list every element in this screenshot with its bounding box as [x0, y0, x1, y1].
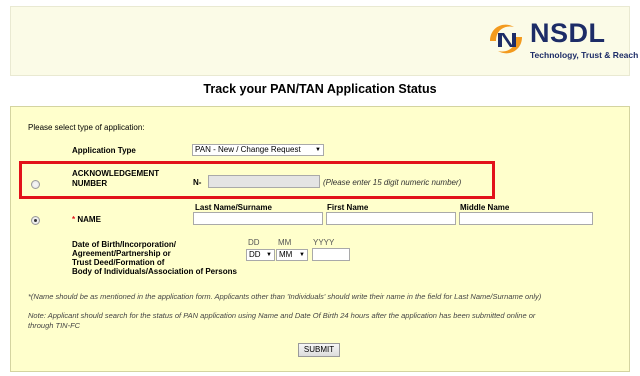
- required-asterisk: *: [72, 215, 76, 224]
- dob-month-select[interactable]: MM ▼: [276, 249, 308, 261]
- dob-label-line2: Agreement/Partnership or: [72, 249, 171, 258]
- application-type-label: Application Type: [72, 146, 136, 155]
- brand-name: NSDL: [530, 18, 606, 48]
- middle-name-input[interactable]: [459, 212, 593, 225]
- nsdl-logo-icon: [490, 24, 522, 54]
- acknowledgement-number-input[interactable]: [208, 175, 320, 188]
- chevron-down-icon: ▼: [299, 252, 305, 258]
- header-banner: NSDL Technology, Trust & Reach: [10, 6, 638, 76]
- application-type-value: PAN - New / Change Request: [195, 145, 301, 154]
- last-name-label: Last Name/Surname: [195, 203, 272, 212]
- chevron-down-icon: ▼: [266, 252, 272, 258]
- search-note-line1: Note: Applicant should search for the st…: [28, 311, 536, 320]
- dob-day-value: DD: [249, 250, 261, 259]
- middle-name-label: Middle Name: [460, 203, 510, 212]
- acknowledgement-hint: (Please enter 15 digit numeric number): [323, 178, 462, 187]
- dob-label-line4: Body of Individuals/Association of Perso…: [72, 267, 237, 276]
- dob-label-line1: Date of Birth/Incorporation/: [72, 240, 176, 249]
- search-note-line2: through TIN-FC: [28, 321, 81, 330]
- mm-heading: MM: [278, 238, 292, 247]
- first-name-label: First Name: [327, 203, 369, 212]
- name-label-wrap: * NAME: [72, 215, 101, 224]
- first-name-input[interactable]: [326, 212, 456, 225]
- acknowledgement-label-line1: ACKNOWLEDGEMENT: [72, 169, 160, 178]
- acknowledgement-radio[interactable]: [31, 180, 40, 189]
- yyyy-heading: YYYY: [313, 238, 335, 247]
- name-radio[interactable]: [31, 216, 40, 225]
- submit-button[interactable]: SUBMIT: [298, 343, 340, 357]
- brand-tagline: Technology, Trust & Reach: [530, 50, 639, 60]
- application-type-select[interactable]: PAN - New / Change Request ▼: [192, 144, 324, 156]
- dob-month-value: MM: [279, 250, 293, 259]
- acknowledgement-label-line2: NUMBER: [72, 179, 108, 188]
- name-instruction-note: *(Name should be as mentioned in the app…: [28, 292, 542, 301]
- dob-label-line3: Trust Deed/Formation of: [72, 258, 165, 267]
- nsdl-logo: NSDL Technology, Trust & Reach: [484, 15, 638, 70]
- last-name-input[interactable]: [193, 212, 323, 225]
- dob-year-input[interactable]: [312, 248, 350, 261]
- acknowledgement-prefix: N-: [193, 178, 202, 187]
- page-title: Track your PAN/TAN Application Status: [203, 82, 437, 96]
- dob-day-select[interactable]: DD ▼: [246, 249, 275, 261]
- name-label: NAME: [77, 215, 101, 224]
- form-intro: Please select type of application:: [28, 123, 145, 132]
- dd-heading: DD: [248, 238, 260, 247]
- chevron-down-icon: ▼: [315, 147, 321, 153]
